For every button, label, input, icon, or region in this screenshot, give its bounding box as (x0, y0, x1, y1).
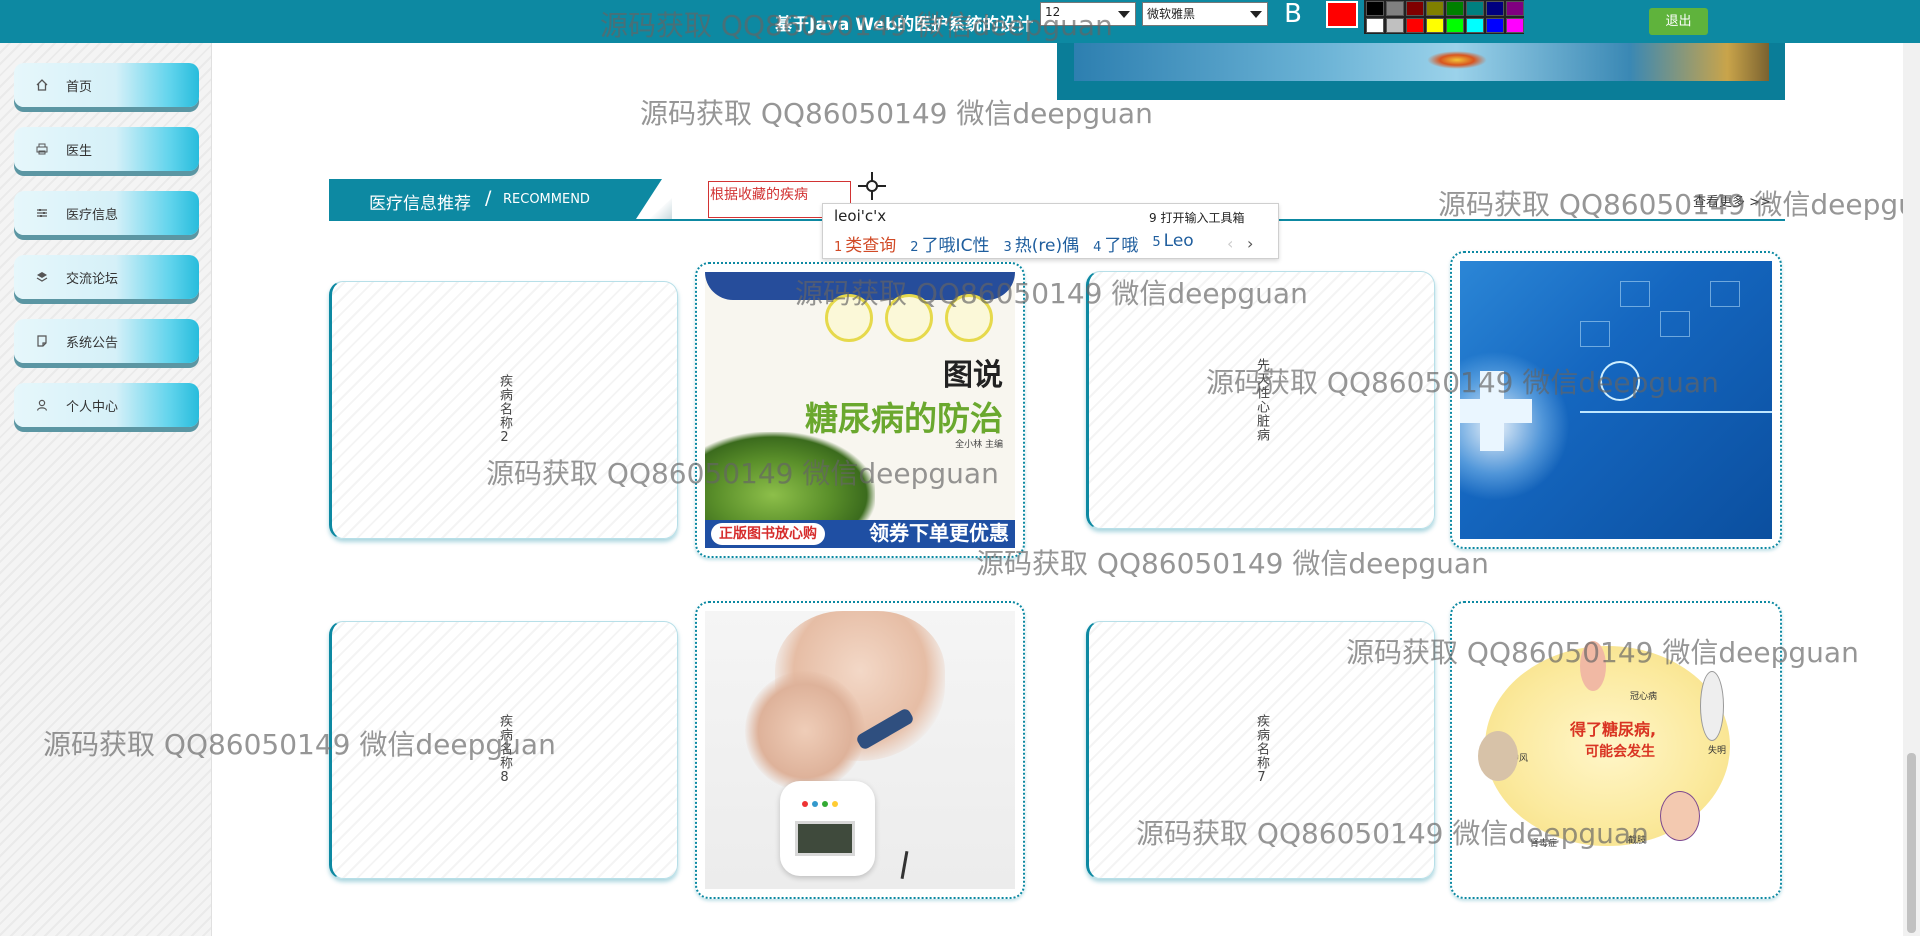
disease-card[interactable]: 疾病名称2 (329, 281, 678, 539)
page-scrollbar[interactable] (1903, 43, 1920, 936)
color-swatch[interactable] (1506, 1, 1524, 16)
sidebar-item-label: 医疗信息 (66, 207, 119, 223)
ime-candidate-window: leoi'c'x 9 打开输入工具箱 1 类查询 2 了哦IC性 3 热(re)偶 4… (822, 203, 1279, 259)
view-more-link[interactable]: 查看更多 >> (1693, 191, 1771, 210)
ime-candidate[interactable]: 3 热(re)偶 (1003, 231, 1079, 256)
sliders-icon (34, 205, 50, 221)
home-icon (34, 77, 50, 93)
disease-name: 疾病名称8 (497, 714, 512, 786)
ime-composition: leoi'c'x (834, 207, 887, 225)
color-swatch[interactable] (1406, 1, 1424, 16)
color-swatch[interactable] (1386, 1, 1404, 16)
current-color-swatch[interactable] (1326, 1, 1358, 28)
chevron-down-icon (1250, 11, 1262, 18)
color-swatch[interactable] (1486, 18, 1504, 33)
sidebar-item-label: 交流论坛 (66, 271, 119, 287)
color-palette (1364, 0, 1524, 34)
color-swatch[interactable] (1466, 18, 1484, 33)
color-swatch[interactable] (1486, 1, 1504, 16)
ime-toolbox-link[interactable]: 9 打开输入工具箱 (1149, 209, 1244, 226)
color-swatch[interactable] (1446, 18, 1464, 33)
color-swatch[interactable] (1366, 18, 1384, 33)
chevron-down-icon (1118, 11, 1130, 18)
sidebar-item-label: 首页 (66, 79, 93, 95)
complication-label: 肾毒症 (1530, 839, 1558, 849)
move-cursor-icon (858, 172, 886, 200)
banner-photo (1074, 43, 1769, 81)
color-swatch[interactable] (1506, 18, 1524, 33)
sidebar-item-medical-info[interactable]: 医疗信息 (14, 191, 199, 235)
disease-name: 先天性心脏病 (1254, 358, 1269, 442)
glucose-test-image (705, 611, 1015, 889)
scrollbar-thumb[interactable] (1907, 753, 1916, 933)
color-swatch[interactable] (1426, 18, 1444, 33)
complication-label: 失明 (1708, 746, 1727, 756)
sidebar-item-label: 个人中心 (66, 399, 119, 415)
section-header-tail (648, 198, 672, 220)
complications-headline: 得了糖尿病, (1570, 720, 1657, 739)
disease-card[interactable]: 先天性心脏病 (1086, 271, 1435, 529)
logout-button[interactable]: 退出 (1649, 8, 1708, 35)
color-swatch[interactable] (1386, 18, 1404, 33)
font-face-value: 微软雅黑 (1147, 7, 1196, 21)
app-title: 基于Java Web的医护系统的设计 (775, 15, 1034, 35)
sidebar-item-home[interactable]: 首页 (14, 63, 199, 107)
kayak-figure (1427, 51, 1487, 69)
disease-name: 疾病名称7 (1254, 714, 1269, 786)
font-size-value: 12 (1045, 5, 1061, 19)
disease-card-image[interactable] (1450, 251, 1782, 549)
ime-candidate[interactable]: 2 了哦IC性 (910, 231, 989, 256)
book-cover-image: 图说 糖尿病的防治 全小林 主编 正版图书放心购 领券下单更优惠 (705, 272, 1015, 548)
section-subtitle: RECOMMEND (503, 192, 590, 207)
book-promo-left: 正版图书放心购 (711, 523, 825, 545)
banner-image (1057, 43, 1785, 100)
sidebar-item-doctor[interactable]: 医生 (14, 127, 199, 171)
section-title: 医疗信息推荐 (369, 194, 471, 214)
complications-subtitle: 可能会发生 (1585, 744, 1655, 760)
ime-prev-page-icon[interactable]: ‹ (1227, 234, 1233, 253)
user-icon (34, 397, 50, 413)
complication-label: 截肢 (1628, 836, 1647, 846)
section-header: 医疗信息推荐 / RECOMMEND (329, 179, 662, 220)
disease-card-image[interactable] (695, 601, 1025, 899)
color-swatch[interactable] (1406, 18, 1424, 33)
ime-next-page-icon[interactable]: › (1247, 234, 1253, 253)
note-icon (34, 333, 50, 349)
ime-candidate-list: 1 类查询 2 了哦IC性 3 热(re)偶 4 了哦 5 Leo (834, 231, 1194, 256)
color-swatch[interactable] (1426, 1, 1444, 16)
book-promo-right: 领券下单更优惠 (869, 521, 1009, 545)
ime-candidate[interactable]: 4 了哦 (1093, 231, 1138, 256)
sidebar-item-profile[interactable]: 个人中心 (14, 383, 199, 427)
color-swatch[interactable] (1366, 1, 1384, 16)
color-swatch[interactable] (1446, 1, 1464, 16)
bold-button[interactable]: B (1279, 0, 1307, 28)
printer-icon (34, 141, 50, 157)
complication-label: 冠心病 (1630, 692, 1658, 702)
medical-tech-image (1460, 261, 1772, 539)
ime-candidate[interactable]: 1 类查询 (834, 231, 896, 256)
font-face-select[interactable]: 微软雅黑 (1142, 2, 1268, 26)
watermark: 源码获取 QQ86050149 微信deepguan (976, 547, 1489, 580)
sidebar: 首页 医生 医疗信息 交流论坛 系统公告 个人中心 (0, 43, 212, 936)
disease-card-image[interactable]: 图说 糖尿病的防治 全小林 主编 正版图书放心购 领券下单更优惠 (695, 262, 1025, 558)
sidebar-item-label: 医生 (66, 143, 93, 159)
font-size-select[interactable]: 12 (1040, 2, 1136, 26)
sidebar-item-label: 系统公告 (66, 335, 119, 351)
disease-name: 疾病名称2 (497, 374, 512, 446)
ime-candidate[interactable]: 5 Leo (1152, 231, 1193, 256)
book-author: 全小林 主编 (955, 440, 1003, 450)
top-bar: 基于Java Web的医护系统的设计 12 微软雅黑 B 退出 (0, 0, 1920, 43)
sidebar-item-announcements[interactable]: 系统公告 (14, 319, 199, 363)
disease-card[interactable]: 疾病名称7 (1086, 621, 1435, 879)
watermark: 源码获取 QQ86050149 微信deepguan (1438, 188, 1920, 221)
color-swatch[interactable] (1466, 1, 1484, 16)
layers-icon (34, 269, 50, 285)
diabetes-complications-image: 得了糖尿病, 可能会发生 冠心病 中风 失明 肾毒症 截肢 (1460, 611, 1772, 889)
section-separator: / (485, 187, 492, 209)
sidebar-item-forum[interactable]: 交流论坛 (14, 255, 199, 299)
book-title-1: 图说 (943, 358, 1003, 393)
disease-card[interactable]: 疾病名称8 (329, 621, 678, 879)
disease-card-image[interactable]: 得了糖尿病, 可能会发生 冠心病 中风 失明 肾毒症 截肢 (1450, 601, 1782, 899)
